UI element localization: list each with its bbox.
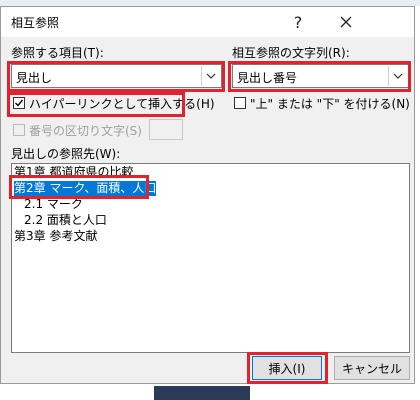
above-below-label[interactable]: "上" または "下" を付ける(N) — [250, 95, 410, 112]
list-item[interactable]: 2.1 マーク — [24, 197, 83, 212]
dialog-title: 相互参照 — [11, 16, 60, 30]
list-item[interactable]: 第3章 参考文献 — [14, 229, 97, 244]
cross-reference-dialog: 相互参照 ? 参照する項目(T): 見出し 相互参照の文字列(R): 見出し番号… — [0, 6, 415, 384]
cancel-button-label: キャンセル — [341, 361, 402, 376]
highlight-insert-button — [247, 352, 328, 384]
separator-checkbox — [13, 124, 25, 136]
cancel-button[interactable]: キャンセル — [334, 356, 410, 380]
reference-text-label: 相互参照の文字列(R): — [232, 46, 350, 60]
background-document — [0, 384, 420, 400]
highlight-selected-item — [9, 175, 149, 199]
background-dark-block — [154, 386, 250, 400]
title-bar: 相互参照 ? — [1, 7, 414, 37]
above-below-checkbox[interactable] — [234, 97, 246, 109]
help-button[interactable]: ? — [275, 7, 321, 37]
separator-input — [149, 119, 183, 140]
list-item[interactable]: 2.2 面積と人口 — [24, 213, 107, 228]
close-icon — [340, 13, 352, 32]
highlight-reference-type — [7, 61, 225, 92]
target-list-label: 見出しの参照先(W): — [11, 147, 121, 161]
help-icon: ? — [293, 12, 303, 32]
close-button[interactable] — [323, 7, 369, 37]
reference-type-label: 参照する項目(T): — [11, 46, 104, 60]
separator-label: 番号の区切り文字(S) — [29, 124, 142, 138]
highlight-hyperlink — [7, 92, 185, 117]
highlight-reference-text — [228, 61, 411, 92]
